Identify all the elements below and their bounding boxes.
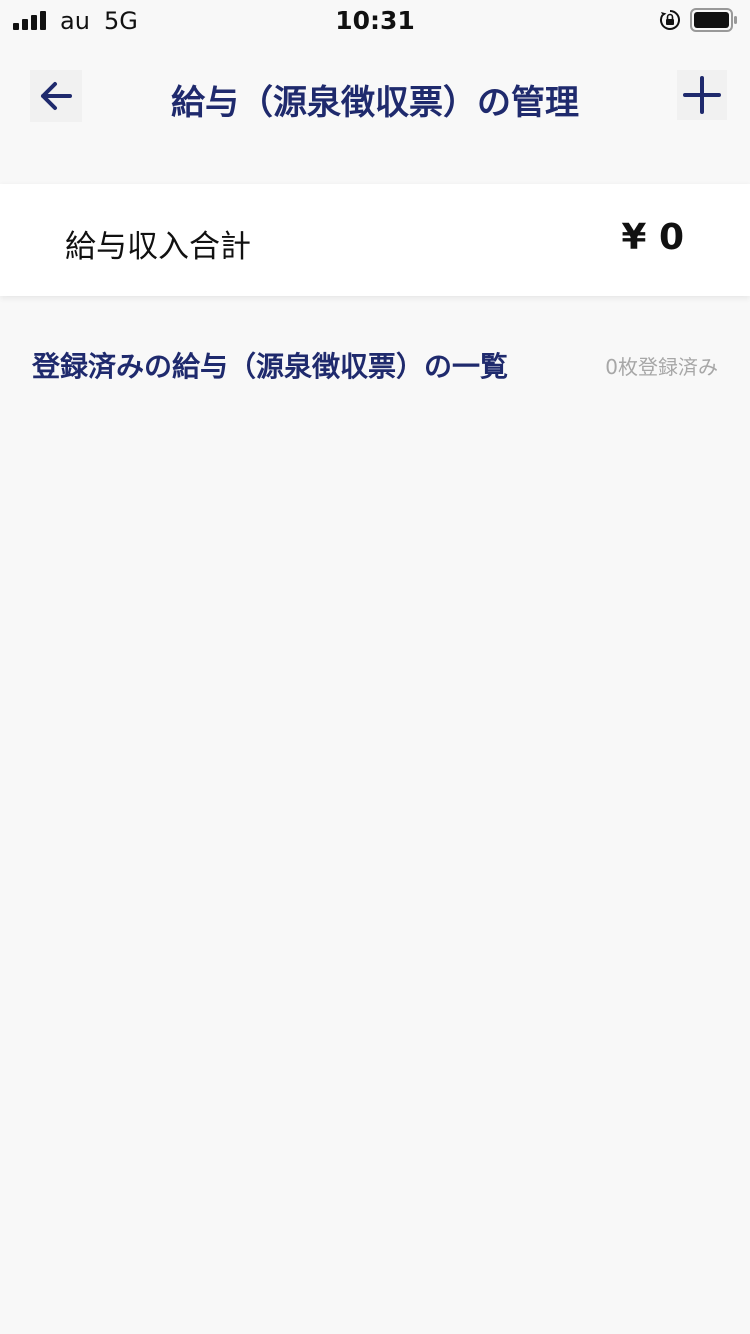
salary-total-value: ¥ 0 [621,217,684,258]
salary-total-card: 給与収入合計 ¥ 0 [0,184,750,296]
status-time: 10:31 [335,6,415,35]
orientation-lock-icon [660,10,680,30]
registered-list-header: 登録済みの給与（源泉徴収票）の一覧 0枚登録済み [0,345,750,385]
salary-total-label: 給与収入合計 [65,229,251,265]
back-button[interactable] [30,70,82,122]
registered-list-title: 登録済みの給与（源泉徴収票）の一覧 [32,350,509,383]
page-title: 給与（源泉徴収票）の管理 [171,83,579,123]
battery-icon [690,8,737,32]
registered-count: 0枚登録済み [605,355,718,379]
nav-bar: 給与（源泉徴収票）の管理 [0,58,750,136]
add-button[interactable] [677,70,727,120]
arrow-left-icon [41,82,72,110]
status-bar: au 5G 10:31 [0,0,750,40]
plus-icon [683,76,721,114]
